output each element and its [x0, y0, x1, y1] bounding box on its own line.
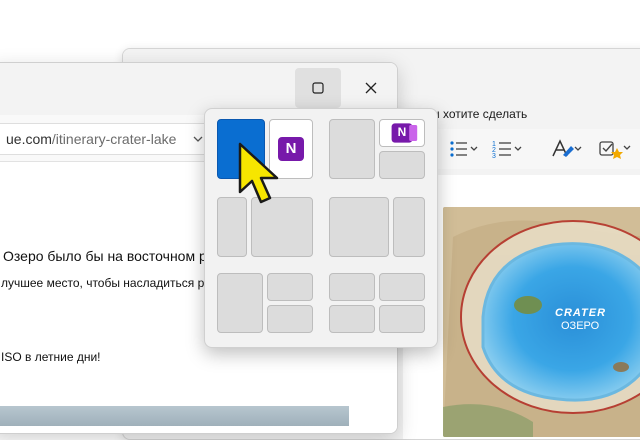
onenote-app-icon-small: N — [391, 123, 418, 143]
chevron-down-icon[interactable] — [192, 134, 204, 144]
map-label-lake: ОЗЕРО — [561, 320, 600, 332]
mouse-pointer-icon — [238, 142, 279, 204]
paragraph-2: лучшее место, чтобы насладиться рев, — [1, 276, 221, 290]
maximize-icon — [312, 82, 324, 94]
bullets-button[interactable] — [445, 137, 483, 161]
snap-zone-q4[interactable] — [379, 305, 425, 333]
snap-layout-wide-narrow[interactable] — [327, 195, 427, 259]
maximize-button[interactable] — [295, 68, 341, 108]
paragraph-3: ISO в летние дни! — [1, 350, 101, 364]
close-icon — [365, 82, 377, 94]
numbering-icon: 1 2 3 — [492, 141, 522, 160]
close-button[interactable] — [351, 68, 391, 108]
snap-layout-left-two-stacked[interactable] — [215, 271, 315, 335]
numbering-button[interactable]: 1 2 3 — [489, 137, 527, 161]
map-label-crater: CRATER — [555, 307, 607, 319]
snap-zone-right-bottom[interactable] — [267, 305, 313, 333]
todo-icon — [599, 141, 631, 159]
snap-zone-right-top[interactable] — [267, 273, 313, 301]
svg-text:3: 3 — [492, 153, 496, 160]
snap-zone-left[interactable] — [217, 273, 263, 333]
paragraph-1: Озеро было бы на восточном ребро — [3, 248, 238, 264]
todo-tag-button[interactable] — [595, 137, 633, 161]
url-input[interactable]: ue.com/itinerary-crater-lake — [0, 123, 215, 155]
snap-zone-main[interactable] — [329, 119, 375, 179]
snap-layout-quadrants[interactable] — [327, 271, 427, 335]
url-path: /itinerary-crater-lake — [51, 131, 177, 147]
highlight-icon — [552, 139, 582, 157]
bullets-icon — [450, 141, 478, 157]
url-domain: ue.com — [6, 131, 52, 147]
snap-zone-q2[interactable] — [379, 273, 425, 301]
url-text: ue.com/itinerary-crater-lake — [6, 131, 176, 147]
snap-zone-wide[interactable] — [329, 197, 389, 257]
highlight-button[interactable] — [547, 137, 585, 161]
content-image — [0, 406, 349, 426]
snap-zone-narrow[interactable] — [393, 197, 425, 257]
snap-layout-main-side[interactable]: N — [327, 117, 427, 181]
map-image — [443, 207, 640, 437]
snap-zone-q3[interactable] — [329, 305, 375, 333]
snap-zone-q1[interactable] — [329, 273, 375, 301]
snap-zone-top-right[interactable]: N — [379, 119, 425, 147]
crater-lake-map — [443, 207, 640, 437]
snap-zone-bottom-right[interactable] — [379, 151, 425, 179]
